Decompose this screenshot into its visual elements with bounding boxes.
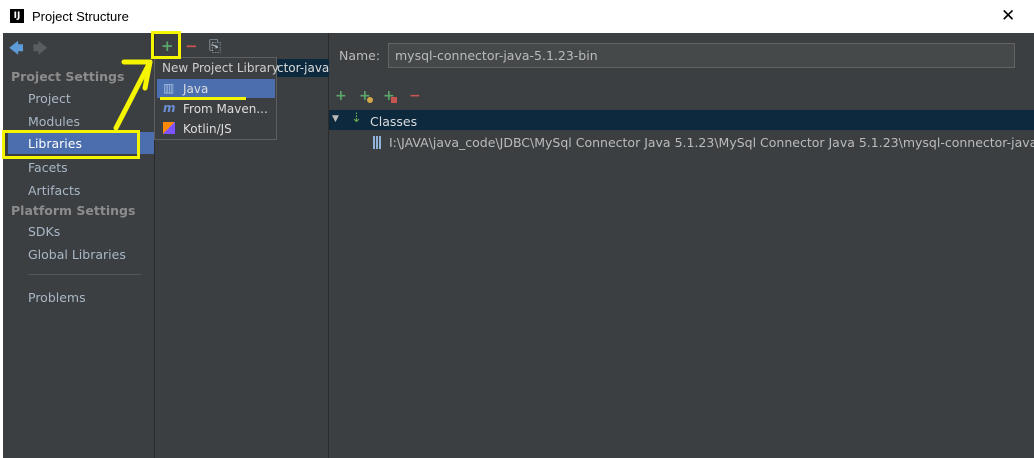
intellij-app-icon: IJ [10, 9, 24, 23]
popup-item-kotlin[interactable]: Kotlin/JS [157, 119, 275, 138]
remove-root-button[interactable]: − [409, 88, 421, 104]
sidebar-item-sdks[interactable]: SDKs [28, 224, 60, 239]
window-title: Project Structure [32, 9, 129, 24]
annotation-highlight-add-button [151, 31, 181, 59]
annotation-underline-java [160, 97, 246, 100]
sidebar-item-facets[interactable]: Facets [28, 160, 68, 175]
library-details-panel: Name: mysql-connector-java-5.1.23-bin + … [329, 33, 1034, 458]
sidebar-item-artifacts[interactable]: Artifacts [28, 183, 80, 198]
name-label: Name: [339, 48, 381, 63]
sidebar-item-project[interactable]: Project [28, 91, 71, 106]
maven-icon: m [163, 101, 176, 115]
platform-settings-header: Platform Settings [11, 203, 136, 218]
attach-classes-badge-icon [367, 97, 373, 103]
classes-tree-row[interactable] [329, 110, 1034, 130]
sidebar-divider [28, 274, 141, 275]
library-name-field[interactable]: mysql-connector-java-5.1.23-bin [388, 43, 1015, 68]
forward-arrow-icon[interactable]: 🡆 [33, 38, 47, 62]
classes-tree-label: Classes [370, 114, 418, 129]
library-list-item[interactable]: ctor-java-5 [277, 59, 330, 77]
title-bar: IJ Project Structure ✕ [0, 0, 1034, 33]
popup-item-java[interactable]: ▥ Java [157, 79, 275, 98]
back-arrow-icon[interactable]: 🡄 [9, 38, 23, 62]
add-root-button[interactable]: + [335, 88, 347, 104]
attach-sources-badge-icon [391, 97, 397, 103]
remove-library-button[interactable]: − [185, 37, 198, 55]
kotlin-icon [163, 122, 175, 134]
annotation-highlight-libraries [2, 130, 140, 159]
popup-title: New Project Library [162, 61, 279, 75]
popup-item-maven-label: From Maven... [183, 102, 268, 116]
close-icon[interactable]: ✕ [1001, 6, 1015, 26]
classes-root-icon: ⇣ [351, 111, 362, 126]
popup-item-kotlin-label: Kotlin/JS [183, 122, 232, 136]
copy-library-icon[interactable]: ⎘ [209, 37, 221, 55]
java-library-icon: ▥ [163, 81, 175, 95]
jar-file-icon [373, 136, 381, 149]
sidebar-item-modules[interactable]: Modules [28, 114, 80, 129]
popup-item-java-label: Java [183, 82, 209, 96]
project-settings-header: Project Settings [11, 69, 125, 84]
settings-sidebar: 🡄 🡆 Project Settings Project Modules Lib… [3, 33, 154, 458]
classes-path-item[interactable]: I:\JAVA\java_code\JDBC\MySql Connector J… [389, 135, 1034, 150]
popup-item-maven[interactable]: m From Maven... [157, 99, 275, 118]
expand-arrow-icon[interactable]: ▼ [332, 114, 339, 124]
sidebar-item-global-libraries[interactable]: Global Libraries [28, 247, 126, 262]
sidebar-item-problems[interactable]: Problems [28, 290, 86, 305]
